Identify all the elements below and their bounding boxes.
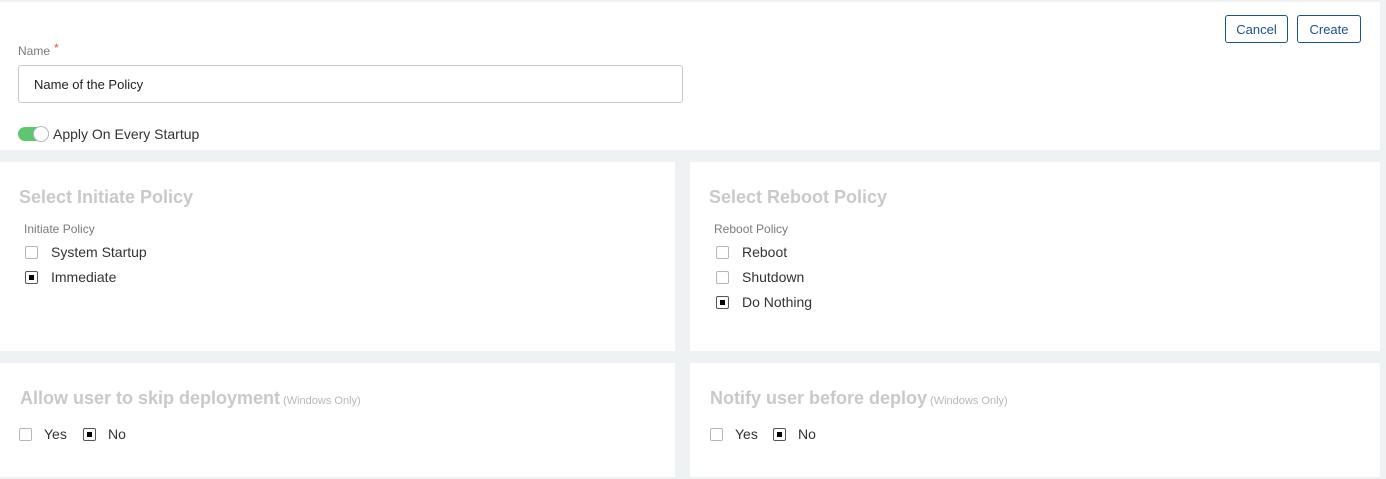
reboot-label: Reboot [742, 244, 788, 260]
apply-on-startup-toggle[interactable] [18, 126, 49, 142]
system-startup-label: System Startup [51, 244, 147, 260]
toggle-knob [33, 126, 49, 142]
immediate-checkbox[interactable] [25, 270, 38, 284]
notify-user-note: (Windows Only) [930, 395, 1008, 407]
reboot-policy-title: Select Reboot Policy [709, 187, 888, 207]
initiate-policy-title: Select Initiate Policy [19, 187, 194, 207]
option-skip-no[interactable]: No [83, 426, 126, 442]
notify-no-checkbox[interactable] [773, 427, 786, 441]
skip-deployment-title: Allow user to skip deployment (Windows On… [20, 388, 361, 409]
name-label-text: Name [18, 44, 51, 58]
initiate-policy-group-label: Initiate Policy [24, 222, 95, 236]
do-nothing-label: Do Nothing [742, 294, 813, 310]
reboot-policy-card: Select Reboot Policy Reboot Policy Reboo… [690, 162, 1380, 351]
policy-header-panel: Name* Apply On Every Startup Cancel Crea… [0, 2, 1380, 150]
notify-yes-label: Yes [735, 426, 758, 442]
apply-on-startup-label: Apply On Every Startup [53, 126, 200, 142]
skip-yes-checkbox[interactable] [19, 427, 32, 441]
option-reboot[interactable]: Reboot [716, 244, 787, 260]
option-skip-yes[interactable]: Yes [19, 426, 67, 442]
option-shutdown[interactable]: Shutdown [716, 269, 804, 285]
do-nothing-checkbox[interactable] [716, 295, 729, 309]
name-field-label: Name * [18, 41, 59, 58]
system-startup-checkbox[interactable] [25, 245, 38, 259]
option-immediate[interactable]: Immediate [25, 269, 116, 285]
skip-yes-label: Yes [44, 426, 67, 442]
skip-deployment-note: (Windows Only) [283, 395, 361, 407]
policy-name-input[interactable] [18, 65, 683, 103]
notify-user-title-text: Notify user before deploy [710, 388, 928, 408]
skip-deployment-card: Allow user to skip deployment (Windows On… [0, 363, 675, 477]
shutdown-checkbox[interactable] [716, 270, 729, 284]
skip-no-checkbox[interactable] [83, 427, 96, 441]
option-notify-no[interactable]: No [773, 426, 816, 442]
notify-yes-checkbox[interactable] [710, 427, 723, 441]
cancel-button[interactable]: Cancel [1225, 15, 1288, 43]
shutdown-label: Shutdown [742, 269, 805, 285]
initiate-policy-card: Select Initiate Policy Initiate Policy S… [0, 162, 675, 351]
notify-user-card: Notify user before deploy (Windows Only) … [690, 363, 1380, 477]
create-button[interactable]: Create [1297, 15, 1361, 43]
skip-no-label: No [108, 426, 126, 442]
notify-user-title: Notify user before deploy (Windows Only) [710, 388, 1008, 409]
option-system-startup[interactable]: System Startup [25, 244, 147, 260]
reboot-checkbox[interactable] [716, 245, 729, 259]
immediate-label: Immediate [51, 269, 117, 285]
notify-no-label: No [798, 426, 816, 442]
reboot-policy-group-label: Reboot Policy [714, 222, 789, 236]
option-notify-yes[interactable]: Yes [710, 426, 758, 442]
option-do-nothing[interactable]: Do Nothing [716, 294, 812, 310]
required-marker: * [54, 41, 59, 55]
skip-deployment-title-text: Allow user to skip deployment [20, 388, 281, 408]
